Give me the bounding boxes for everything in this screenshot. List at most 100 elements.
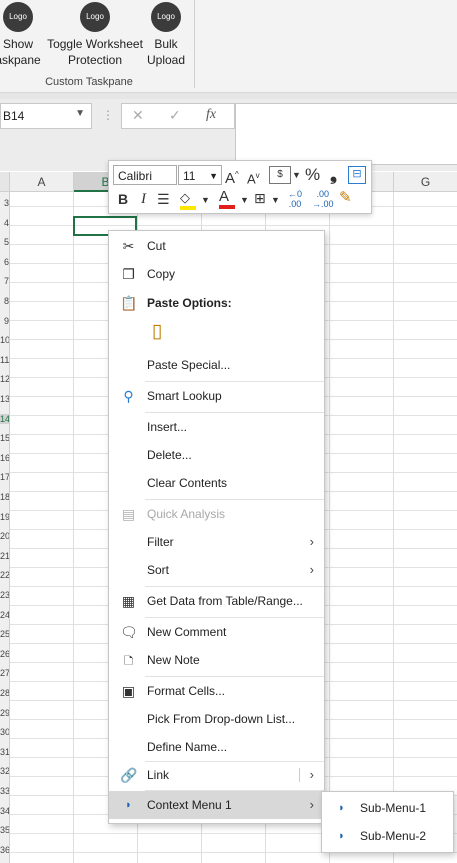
bulk-upload-button[interactable]: Logo Bulk Upload: [143, 2, 189, 68]
chevron-down-icon[interactable]: ▼: [209, 166, 218, 186]
menu-item-link[interactable]: 🔗 Link ›: [109, 761, 322, 789]
submenu-item-1[interactable]: ◗ Sub-Menu-1: [322, 794, 453, 822]
row-number[interactable]: 20: [0, 531, 9, 541]
row-number[interactable]: 11: [0, 355, 9, 365]
font-name-box[interactable]: Calibri: [113, 165, 177, 185]
row-number[interactable]: 30: [0, 727, 9, 737]
addin-icon: ◗: [125, 799, 132, 811]
shrink-font-icon[interactable]: Av: [247, 167, 260, 188]
format-table-icon[interactable]: ⊟: [348, 166, 366, 184]
menu-item-define-name[interactable]: Define Name...: [109, 733, 322, 761]
row-number[interactable]: 15: [0, 433, 9, 443]
row-number[interactable]: 9: [0, 316, 9, 326]
row-number[interactable]: 22: [0, 570, 9, 580]
row-number[interactable]: 33: [0, 786, 9, 796]
menu-item-pick-from-list[interactable]: Pick From Drop-down List...: [109, 705, 322, 733]
decrease-decimal-icon[interactable]: .00 →.00: [312, 189, 334, 209]
menu-item-delete[interactable]: Delete...: [109, 441, 322, 469]
font-size-box[interactable]: 11 ▼: [178, 165, 222, 185]
submenu-item-2[interactable]: ◗ Sub-Menu-2: [322, 822, 453, 850]
percent-style-icon[interactable]: %: [305, 166, 320, 184]
font-color-icon[interactable]: A: [219, 188, 235, 209]
formula-input[interactable]: [235, 103, 457, 165]
row-number[interactable]: 7: [0, 276, 9, 286]
menu-item-label: Link: [147, 768, 170, 782]
menu-item-context-menu-1[interactable]: ◗ Context Menu 1 ›: [109, 791, 322, 819]
new-note-icon: 🗅: [123, 652, 134, 668]
menu-item-sort[interactable]: Sort ›: [109, 556, 322, 584]
row-number[interactable]: 29: [0, 708, 9, 718]
row-number[interactable]: 27: [0, 668, 9, 678]
row-number[interactable]: 19: [0, 512, 9, 522]
row-number[interactable]: 17: [0, 472, 9, 482]
row-number[interactable]: 32: [0, 766, 9, 776]
chevron-down-icon[interactable]: ▼: [271, 191, 280, 209]
fill-color-swatch: [180, 206, 196, 210]
menu-item-cut[interactable]: ✂ Cut: [109, 232, 322, 260]
row-number[interactable]: 36: [0, 845, 9, 855]
menu-item-clear-contents[interactable]: Clear Contents: [109, 469, 322, 497]
row-number[interactable]: 12: [0, 374, 9, 384]
row-number[interactable]: 35: [0, 825, 9, 835]
toggle-worksheet-protection-button[interactable]: Logo Toggle Worksheet Protection: [46, 2, 144, 68]
insert-function-icon[interactable]: fx: [206, 107, 216, 123]
row-number[interactable]: 21: [0, 551, 9, 561]
row-number[interactable]: 26: [0, 649, 9, 659]
name-box[interactable]: B14 ▼: [0, 103, 92, 129]
chevron-down-icon[interactable]: ▼: [201, 191, 210, 209]
menu-item-label: New Comment: [147, 625, 227, 639]
formula-buttons: ✕ ✓ fx: [121, 103, 235, 129]
paste-clipboard-icon: ▯: [151, 321, 163, 342]
row-number[interactable]: 5: [0, 237, 9, 247]
menu-item-new-comment[interactable]: 🗨 New Comment: [109, 618, 322, 646]
close-icon[interactable]: ✕: [132, 107, 144, 124]
menu-item-label: Sub-Menu-2: [360, 829, 427, 843]
fill-color-icon[interactable]: ◇: [180, 189, 196, 210]
menu-item-filter[interactable]: Filter ›: [109, 528, 322, 556]
row-number[interactable]: 14: [0, 413, 9, 424]
row-number[interactable]: 25: [0, 629, 9, 639]
row-number[interactable]: 28: [0, 688, 9, 698]
row-number[interactable]: 34: [0, 806, 9, 816]
drag-handle-icon[interactable]: ⋮: [102, 108, 114, 122]
menu-item-smart-lookup[interactable]: ⚲ Smart Lookup: [109, 382, 322, 410]
row-number[interactable]: 18: [0, 492, 9, 502]
row-number[interactable]: 31: [0, 747, 9, 757]
row-number[interactable]: 3: [0, 198, 9, 208]
row-number[interactable]: 23: [0, 590, 9, 600]
italic-icon[interactable]: I: [141, 190, 146, 208]
grow-font-icon[interactable]: A^: [225, 166, 239, 188]
chevron-down-icon[interactable]: ▼: [292, 166, 301, 184]
chevron-right-icon[interactable]: ›: [310, 761, 314, 789]
chevron-down-icon[interactable]: ▼: [240, 191, 249, 209]
menu-item-insert[interactable]: Insert...: [109, 413, 322, 441]
borders-icon[interactable]: ⊞: [254, 189, 266, 207]
row-number[interactable]: 24: [0, 610, 9, 620]
checkmark-icon[interactable]: ✓: [169, 107, 181, 124]
show-taskpane-button[interactable]: Logo Show askpane: [0, 2, 44, 68]
row-number[interactable]: 16: [0, 453, 9, 463]
menu-item-format-cells[interactable]: ▣ Format Cells...: [109, 677, 322, 705]
menu-item-new-note[interactable]: 🗅 New Note: [109, 646, 322, 674]
logo-icon: Logo: [3, 2, 33, 32]
row-number[interactable]: 13: [0, 394, 9, 404]
ribbon-group-separator: [194, 0, 195, 88]
align-center-icon[interactable]: ☰: [157, 190, 170, 208]
menu-item-get-data[interactable]: ▦ Get Data from Table/Range...: [109, 587, 322, 615]
comma-style-icon[interactable]: ❟: [330, 165, 337, 183]
increase-decimal-icon[interactable]: ←0.00: [288, 189, 302, 209]
menu-item-copy[interactable]: ❐ Copy: [109, 260, 322, 288]
row-number[interactable]: 6: [0, 257, 9, 267]
select-all-corner[interactable]: [0, 172, 10, 192]
bold-icon[interactable]: B: [118, 190, 128, 208]
column-header-a[interactable]: A: [10, 172, 74, 192]
menu-item-paste-special[interactable]: Paste Special...: [109, 351, 322, 379]
number-format-icon[interactable]: $: [269, 166, 291, 184]
chevron-down-icon[interactable]: ▼: [75, 108, 85, 119]
row-number[interactable]: 8: [0, 296, 9, 306]
column-header-g[interactable]: G: [394, 172, 457, 192]
row-number[interactable]: 4: [0, 218, 9, 228]
paste-option-keep-source[interactable]: ▯: [109, 319, 322, 351]
format-painter-icon[interactable]: ✎: [339, 189, 352, 207]
row-number[interactable]: 10: [0, 335, 9, 345]
